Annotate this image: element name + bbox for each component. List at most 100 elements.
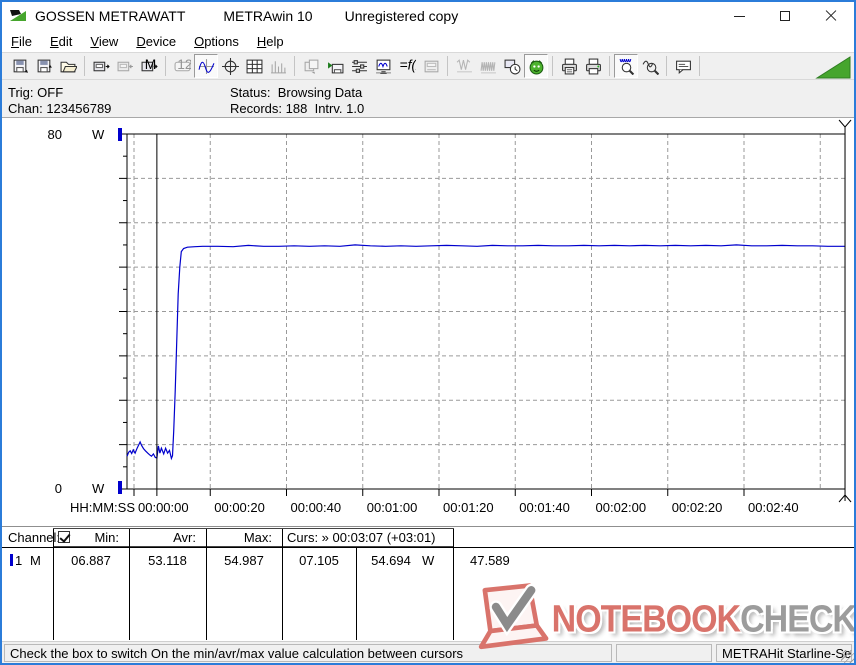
x-axis-label: HH:MM:SS [70,500,135,515]
metrawin-window: GOSSEN METRAWATT METRAwin 10 Unregistere… [0,0,856,665]
title-bar: GOSSEN METRAWATT METRAwin 10 Unregistere… [2,2,854,30]
acquisition-info-bar: Trig: OFF Chan: 123456789 Status: Browsi… [2,80,854,117]
svg-text:00:00:00: 00:00:00 [138,500,189,515]
status-label: Status: [230,85,271,100]
table-column-divider [282,529,283,640]
channel-number: 1 [15,553,23,568]
menu-options[interactable]: Options [185,32,248,51]
channel-mode: M [30,553,41,568]
menu-bar: File Edit View Device Options Help [2,30,854,52]
table-display-icon[interactable] [242,54,266,78]
records-value: 188 [285,101,308,116]
close-icon [825,10,837,22]
toolbar-separator [699,56,700,76]
device-read-icon[interactable] [89,54,113,78]
print-icon[interactable] [581,54,605,78]
formula-icon[interactable]: =f(x) [395,54,419,78]
app-logo-icon [10,10,26,21]
toolbar-separator [165,56,166,76]
svg-text:00:02:40: 00:02:40 [748,500,799,515]
chart-svg[interactable]: 00:00:00 00:00:20 00:00:40 00:01:00 00:01:20… [2,118,854,527]
toolbar-separator [609,56,610,76]
close-button[interactable] [808,2,854,30]
toolbar: M 1257 =f(x) [2,52,854,80]
svg-text:00:00:40: 00:00:40 [291,500,342,515]
menu-help[interactable]: Help [248,32,293,51]
menu-file[interactable]: File [2,32,41,51]
trigger-value: OFF [37,85,64,100]
status-bar: Check the box to switch On the min/avr/m… [2,641,854,663]
maximize-button[interactable] [762,2,808,30]
y-axis-unit-top: W [92,127,105,142]
svg-text:00:02:00: 00:02:00 [596,500,647,515]
svg-text:M: M [144,58,156,72]
channel-range-marker-top [118,128,122,141]
record-gremlin-icon[interactable] [524,54,548,78]
chart-generated: 00:00:00 00:00:20 00:00:40 00:01:00 00:01:20… [119,119,852,515]
menu-view[interactable]: View [81,32,127,51]
export-icon [299,54,323,78]
max-column-header: Max: [243,530,272,545]
svg-text:00:00:20: 00:00:20 [214,500,265,515]
toolbar-separator [294,56,295,76]
status-value: Browsing Data [277,85,363,100]
zoom-curve-icon[interactable] [638,54,662,78]
channels-value: 123456789 [46,101,112,116]
statusbar-hint: Check the box to switch On the min/avr/m… [4,644,612,662]
maximize-icon [780,11,790,21]
trigger-label: Trig: [8,85,34,100]
table-column-divider [53,529,54,640]
save-icon[interactable] [8,54,32,78]
svg-text:00:01:40: 00:01:40 [519,500,570,515]
statusbar-middle-panel [616,644,712,662]
menu-edit[interactable]: Edit [41,32,81,51]
cursor1-value: 07.105 [299,553,339,568]
monitor-icon[interactable] [371,54,395,78]
y-axis-bottom-tick-label: 0 [55,481,62,496]
table-column-divider [453,529,454,640]
menu-device[interactable]: Device [127,32,185,51]
minimize-button[interactable] [716,2,762,30]
annotation-icon[interactable] [671,54,695,78]
graph-display-icon[interactable] [194,54,218,78]
print-preview-icon[interactable] [557,54,581,78]
svg-text:=f(x): =f(x) [399,58,415,73]
open-file-icon[interactable] [56,54,80,78]
channel-color-marker [10,554,13,566]
zoom-wave-icon[interactable] [614,54,638,78]
window-title-product: METRAwin 10 [223,8,313,24]
svg-text:1257: 1257 [177,58,191,72]
chart-panel: 00:00:00 00:00:20 00:00:40 00:01:00 00:01:20… [2,117,854,526]
numeric-display-icon: 1257 [170,54,194,78]
channel-settings-icon[interactable] [347,54,371,78]
cursor-crosshair-icon[interactable] [218,54,242,78]
min-column-header: Min: [94,530,119,545]
avr-column-header: Avr: [173,530,196,545]
wave-dense-icon [476,54,500,78]
y-axis-unit-bottom: W [92,481,105,496]
records-label: Records: [230,101,283,116]
y-axis-top-tick-label: 80 [48,127,62,142]
window-title-license: Unregistered copy [344,8,459,24]
resize-grip[interactable] [841,650,854,663]
statusbar-device-name: METRAHit Starline-Seri [716,644,852,662]
meter-readout-icon [419,54,443,78]
save-as-icon[interactable] [32,54,56,78]
minimize-icon [733,15,745,17]
wave-sparse-icon [452,54,476,78]
resize-corner-triangle-icon [815,56,851,79]
device-memory-icon[interactable]: M [137,54,161,78]
cursor-column-header: Curs: » 00:03:07 (+03:01) [287,530,436,545]
channel-value-table: Channel: Min: Avr: Max: Curs: » 00:03:07… [2,526,854,641]
interval-value: 1.0 [346,101,365,116]
max-value: 54.987 [224,553,264,568]
channel-range-marker-bottom [118,481,122,494]
store-to-file-icon[interactable] [323,54,347,78]
toolbar-separator [447,56,448,76]
device-stop-icon [113,54,137,78]
value-unit: W [422,553,435,568]
svg-text:00:02:20: 00:02:20 [672,500,723,515]
channels-label: Chan: [8,101,43,116]
interval-clock-icon[interactable] [500,54,524,78]
avr-value: 53.118 [148,553,187,568]
